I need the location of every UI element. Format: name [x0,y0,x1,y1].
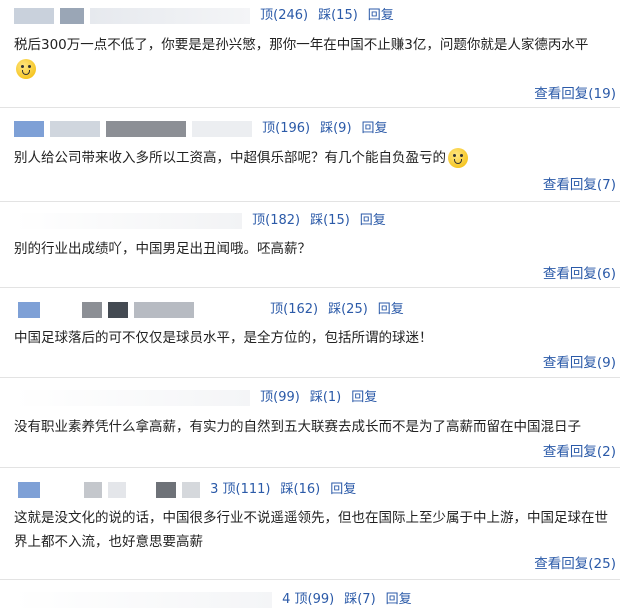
comment-text: 别人给公司带来收入多所以工资高，中超俱乐部呢？有几个能自负盈亏的 [14,146,614,170]
comment-meta: 顶(182) 踩(15) 回复 [14,211,396,231]
comment-meta: 顶(196) 踩(9) 回复 [14,119,398,139]
comment-text-content: 这就是没文化的说的话，中国很多行业不说遥遥领先，但也在国际上至少属于中上游，中国… [14,510,608,550]
avatar-blurred [18,481,40,498]
username-blurred [14,7,54,24]
username-blurred [14,389,250,406]
upvote-link[interactable]: 顶(246) [260,8,308,23]
reply-link[interactable]: 回复 [378,302,404,317]
comment-text-content: 税后300万一点不低了，你要是是孙兴慜，那你一年在中国不止赚3亿，问题你就是人家… [14,37,589,53]
timestamp-blurred [90,7,250,24]
username-blurred [60,7,84,24]
upvote-link[interactable]: 顶(182) [252,213,300,228]
comment-text: 这就是没文化的说的话，中国很多行业不说遥遥领先，但也在国际上至少属于中上游，中国… [14,506,614,554]
timestamp-blurred [134,301,194,318]
username-blurred [14,212,242,229]
comment-text: 没有职业素养凭什么拿高薪，有实力的自然到五大联赛去成长而不是为了高薪而留在中国混… [14,415,614,439]
comment-meta: 顶(99) 踩(1) 回复 [14,388,387,408]
crying-emoji-icon [16,59,36,79]
username-blurred [46,301,76,318]
username-blurred [82,301,102,318]
comment-text: 中国足球落后的可不仅仅是球员水平，是全方位的，包括所谓的球迷！ [14,326,614,350]
comment-text-content: 中国足球落后的可不仅仅是球员水平，是全方位的，包括所谓的球迷！ [14,330,433,346]
comment-text: 税后300万一点不低了，你要是是孙兴慜，那你一年在中国不止赚3亿，问题你就是人家… [14,33,614,81]
view-replies-link[interactable]: 查看回复(9) [543,353,616,373]
reply-link[interactable]: 回复 [368,8,394,23]
upvote-link[interactable]: 3 顶(111) [210,482,270,497]
username-blurred [46,481,78,498]
upvote-link[interactable]: 顶(162) [270,302,318,317]
view-replies-link[interactable]: 查看回复(7) [543,175,616,195]
timestamp-blurred [132,481,150,498]
timestamp-blurred [200,301,260,318]
view-replies-link[interactable]: 查看回复(25) [534,554,616,574]
timestamp-blurred [156,481,176,498]
crying-emoji-icon [448,148,468,168]
comment-meta: 顶(162) 踩(25) 回复 [18,300,414,320]
upvote-link[interactable]: 顶(99) [260,390,300,405]
downvote-link[interactable]: 踩(25) [328,302,368,317]
downvote-link[interactable]: 踩(9) [320,121,351,136]
username-blurred [108,301,128,318]
comment-item: 顶(196) 踩(9) 回复 别人给公司带来收入多所以工资高，中超俱乐部呢？有几个能… [0,108,620,202]
view-replies-link[interactable]: 查看回复(6) [543,264,616,284]
comment-item: 顶(99) 踩(1) 回复 没有职业素养凭什么拿高薪，有实力的自然到五大联赛去成长而… [0,378,620,468]
username-blurred [14,591,272,608]
username-blurred [50,120,100,137]
timestamp-blurred [192,120,252,137]
comment-item: 3 顶(111) 踩(16) 回复 这就是没文化的说的话，中国很多行业不说遥遥领先，… [0,468,620,580]
comment-text-content: 别的行业出成绩吖，中国男足出丑闻哦。呸高薪？ [14,241,311,257]
reply-link[interactable]: 回复 [360,213,386,228]
reply-link[interactable]: 回复 [330,482,356,497]
timestamp-blurred [182,481,200,498]
comment-text-content: 没有职业素养凭什么拿高薪，有实力的自然到五大联赛去成长而不是为了高薪而留在中国混… [14,419,581,435]
view-replies-link[interactable]: 查看回复(19) [534,84,616,104]
comment-text-content: 别人给公司带来收入多所以工资高，中超俱乐部呢？有几个能自负盈亏的 [14,150,446,166]
username-blurred [108,481,126,498]
comment-list: 顶(246) 踩(15) 回复 税后300万一点不低了，你要是是孙兴慜，那你一年在中… [0,0,635,608]
downvote-link[interactable]: 踩(1) [310,390,341,405]
comment-text: 别的行业出成绩吖，中国男足出丑闻哦。呸高薪？ [14,237,614,261]
comment-item: 4 顶(99) 踩(7) 回复 [0,580,620,608]
comment-meta: 4 顶(99) 踩(7) 回复 [14,590,422,610]
avatar-blurred [18,301,40,318]
reply-link[interactable]: 回复 [362,121,388,136]
reply-link[interactable]: 回复 [386,592,412,607]
downvote-link[interactable]: 踩(7) [344,592,375,607]
comment-item: 顶(182) 踩(15) 回复 别的行业出成绩吖，中国男足出丑闻哦。呸高薪？ 查看回… [0,202,620,288]
username-blurred [106,120,186,137]
comment-item: 顶(162) 踩(25) 回复 中国足球落后的可不仅仅是球员水平，是全方位的，包括所… [0,288,620,378]
downvote-link[interactable]: 踩(15) [310,213,350,228]
downvote-link[interactable]: 踩(15) [318,8,358,23]
view-replies-link[interactable]: 查看回复(2) [543,442,616,462]
comment-meta: 3 顶(111) 踩(16) 回复 [18,480,366,500]
comment-item: 顶(246) 踩(15) 回复 税后300万一点不低了，你要是是孙兴慜，那你一年在中… [0,0,620,108]
upvote-link[interactable]: 顶(196) [262,121,310,136]
downvote-link[interactable]: 踩(16) [281,482,321,497]
upvote-link[interactable]: 4 顶(99) [282,592,334,607]
avatar-blurred [14,120,44,137]
username-blurred [84,481,102,498]
reply-link[interactable]: 回复 [351,390,377,405]
comment-meta: 顶(246) 踩(15) 回复 [14,6,404,26]
